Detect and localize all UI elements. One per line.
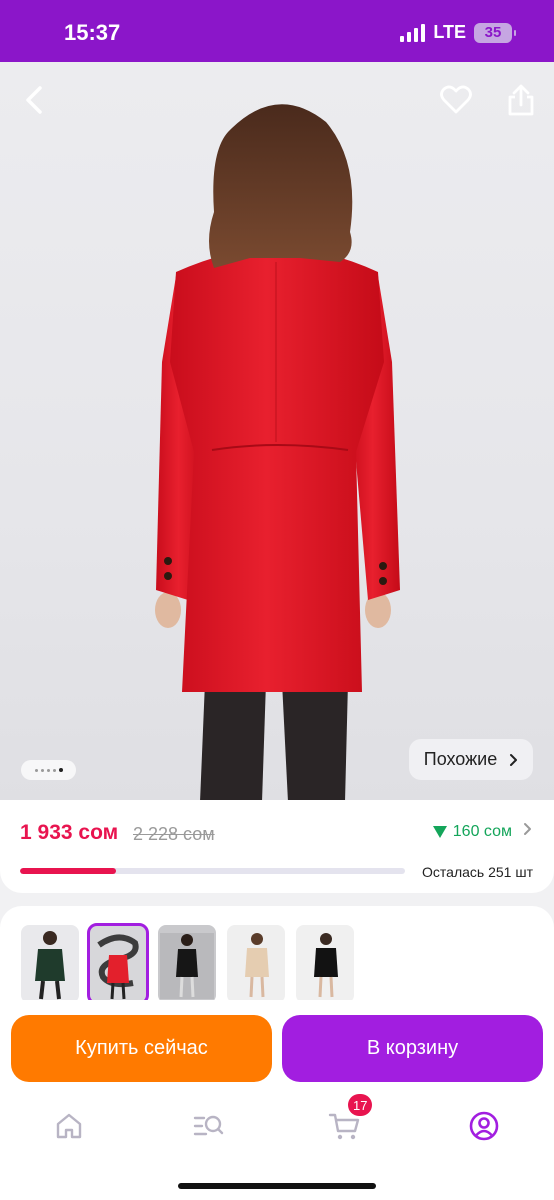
similar-button[interactable]: Похожие bbox=[409, 739, 533, 780]
status-time: 15:37 bbox=[64, 20, 121, 45]
variant-thumb[interactable] bbox=[158, 925, 216, 1003]
chevron-right-icon[interactable] bbox=[523, 822, 532, 836]
chevron-right-icon bbox=[510, 753, 518, 766]
stock-label: Осталась 251 шт bbox=[422, 864, 533, 880]
add-to-cart-button[interactable]: В корзину bbox=[282, 1015, 543, 1082]
status-bar: 15:37 LTE 35 bbox=[0, 0, 554, 62]
tab-cart[interactable]: 17 bbox=[320, 1094, 373, 1148]
back-button[interactable] bbox=[12, 78, 56, 122]
cart-badge: 17 bbox=[348, 1094, 373, 1116]
back-icon bbox=[26, 86, 42, 114]
product-photo bbox=[155, 104, 400, 802]
home-indicator bbox=[178, 1183, 376, 1189]
variant-thumb[interactable] bbox=[21, 925, 79, 1003]
tab-profile[interactable] bbox=[459, 1104, 509, 1148]
gallery-dot bbox=[46, 768, 50, 772]
favorite-button[interactable] bbox=[434, 78, 478, 122]
stock-progress-fill bbox=[20, 868, 117, 874]
signal-icon bbox=[400, 23, 426, 42]
home-icon bbox=[56, 1113, 82, 1139]
gallery-dot bbox=[34, 768, 38, 772]
product-gallery[interactable]: Похожие bbox=[0, 62, 554, 802]
discount-amount: 160 сом bbox=[452, 823, 512, 840]
profile-icon bbox=[469, 1111, 499, 1141]
gallery-pagination bbox=[21, 760, 76, 780]
variant-thumb-selected[interactable] bbox=[87, 923, 149, 1005]
battery-icon: 35 bbox=[474, 22, 516, 43]
down-arrow-icon bbox=[432, 826, 447, 838]
similar-label: Похожие bbox=[423, 749, 498, 769]
tab-catalog[interactable] bbox=[183, 1104, 233, 1148]
share-icon bbox=[508, 84, 534, 116]
network-label: LTE bbox=[433, 22, 466, 42]
battery-level: 35 bbox=[484, 24, 502, 41]
tab-home[interactable] bbox=[44, 1104, 94, 1148]
gallery-dot bbox=[52, 768, 56, 772]
status-indicators: LTE 35 bbox=[400, 22, 516, 43]
tab-bar: 17 bbox=[0, 1092, 554, 1162]
stock-progress-bar bbox=[20, 868, 405, 874]
catalog-search-icon bbox=[193, 1115, 224, 1136]
old-price: 2 228 сом bbox=[133, 824, 215, 844]
buy-now-button[interactable]: Купить сейчас bbox=[11, 1015, 272, 1082]
gallery-dot bbox=[40, 768, 44, 772]
heart-icon bbox=[440, 85, 472, 114]
price-card: 1 933 сом 2 228 сом 160 сом Осталась 251… bbox=[0, 800, 554, 893]
share-button[interactable] bbox=[499, 78, 543, 122]
current-price: 1 933 сом bbox=[20, 821, 119, 844]
variant-thumb[interactable] bbox=[296, 925, 354, 1003]
variant-thumb[interactable] bbox=[227, 925, 285, 1003]
discount-badge[interactable]: 160 сом bbox=[432, 823, 512, 841]
gallery-dot bbox=[58, 768, 63, 772]
